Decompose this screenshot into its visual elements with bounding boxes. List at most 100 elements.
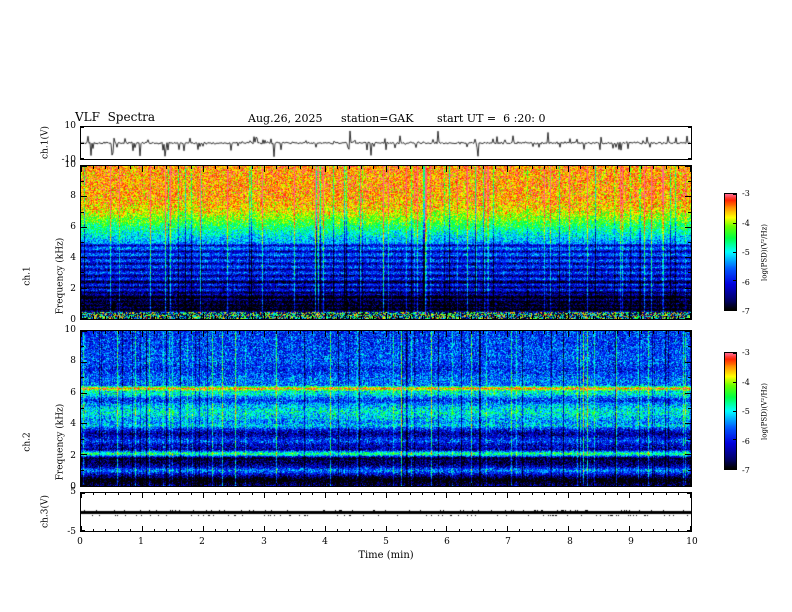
axis-tick [81, 318, 87, 319]
axis-tick [288, 316, 289, 319]
axis-tick [653, 529, 654, 531]
plot-date: Aug.26, 2025 [248, 112, 323, 125]
ch3-voltage-tick-label: 5 [70, 487, 76, 497]
ch1-waveform-canvas [81, 127, 691, 159]
axis-tick [446, 331, 447, 337]
axis-tick [81, 362, 87, 363]
axis-tick [93, 316, 94, 319]
colorbar-ch2 [724, 352, 737, 470]
colorbar-tick-label: -7 [742, 307, 750, 316]
axis-tick [361, 316, 362, 319]
axis-tick [288, 483, 289, 486]
axis-tick [276, 316, 277, 319]
axis-tick [483, 316, 484, 319]
ch2-frequency-tick-label: 4 [70, 419, 76, 429]
time-tick-label: 6 [444, 537, 450, 547]
axis-tick [154, 331, 155, 334]
axis-tick [142, 313, 143, 319]
axis-tick [605, 316, 606, 319]
axis-tick [178, 493, 179, 495]
axis-tick [373, 166, 374, 169]
ch1-voltage-tick-label: 10 [64, 121, 76, 131]
axis-tick [81, 303, 84, 304]
axis-tick [81, 272, 84, 273]
axis-tick [688, 158, 691, 159]
axis-tick [688, 212, 691, 213]
axis-tick [678, 483, 679, 486]
axis-tick [361, 166, 362, 169]
axis-tick [507, 526, 508, 531]
axis-tick [685, 196, 691, 197]
axis-tick [688, 181, 691, 182]
axis-tick [434, 493, 435, 495]
time-tick-label: 2 [199, 537, 205, 547]
axis-tick [81, 485, 87, 486]
axis-tick [105, 493, 106, 495]
colorbar-tick-label: -3 [742, 348, 750, 357]
axis-tick [471, 331, 472, 334]
axis-tick [337, 493, 338, 495]
axis-tick [154, 483, 155, 486]
axis-tick [312, 331, 313, 334]
axis-tick [361, 483, 362, 486]
axis-tick [191, 166, 192, 169]
axis-tick [203, 313, 204, 319]
axis-tick [276, 483, 277, 486]
axis-tick [641, 166, 642, 169]
axis-tick [532, 493, 533, 495]
axis-tick [459, 331, 460, 334]
axis-tick [688, 303, 691, 304]
axis-tick [532, 316, 533, 319]
axis-tick [130, 483, 131, 486]
axis-tick [252, 493, 253, 495]
axis-tick [641, 529, 642, 531]
axis-tick [215, 166, 216, 169]
axis-tick [93, 493, 94, 495]
axis-tick [349, 166, 350, 169]
axis-tick [685, 331, 691, 332]
axis-tick [434, 166, 435, 169]
axis-tick [81, 393, 87, 394]
axis-tick [544, 529, 545, 531]
axis-tick [276, 166, 277, 169]
axis-tick [276, 493, 277, 495]
axis-tick [653, 331, 654, 334]
axis-tick [410, 331, 411, 334]
axis-tick [678, 331, 679, 334]
axis-tick [361, 331, 362, 334]
axis-tick [733, 439, 736, 440]
axis-tick [178, 529, 179, 531]
axis-tick [325, 526, 326, 531]
axis-tick [118, 316, 119, 319]
axis-tick [685, 485, 691, 486]
axis-tick [568, 331, 569, 337]
axis-tick [154, 529, 155, 531]
axis-tick [239, 166, 240, 169]
time-tick-label: 9 [628, 537, 634, 547]
axis-tick [81, 470, 84, 471]
axis-tick [349, 316, 350, 319]
axis-tick [325, 166, 326, 172]
axis-tick [507, 493, 508, 498]
axis-tick [386, 313, 387, 319]
axis-tick [685, 288, 691, 289]
axis-tick [93, 529, 94, 531]
time-axis-label: Time (min) [358, 550, 414, 561]
axis-tick [81, 181, 84, 182]
ch1-frequency-tick-label: 4 [70, 253, 76, 263]
axis-tick [687, 512, 691, 513]
ch1-frequency-tick-label: 8 [70, 191, 76, 201]
axis-tick [239, 493, 240, 495]
axis-tick [215, 316, 216, 319]
axis-tick [593, 493, 594, 495]
axis-tick [685, 393, 691, 394]
axis-tick [93, 331, 94, 334]
axis-tick [118, 529, 119, 531]
axis-tick [227, 316, 228, 319]
axis-tick [422, 483, 423, 486]
axis-tick [118, 166, 119, 169]
axis-tick [471, 493, 472, 495]
axis-tick [685, 257, 691, 258]
axis-tick [252, 166, 253, 169]
axis-tick [349, 331, 350, 334]
